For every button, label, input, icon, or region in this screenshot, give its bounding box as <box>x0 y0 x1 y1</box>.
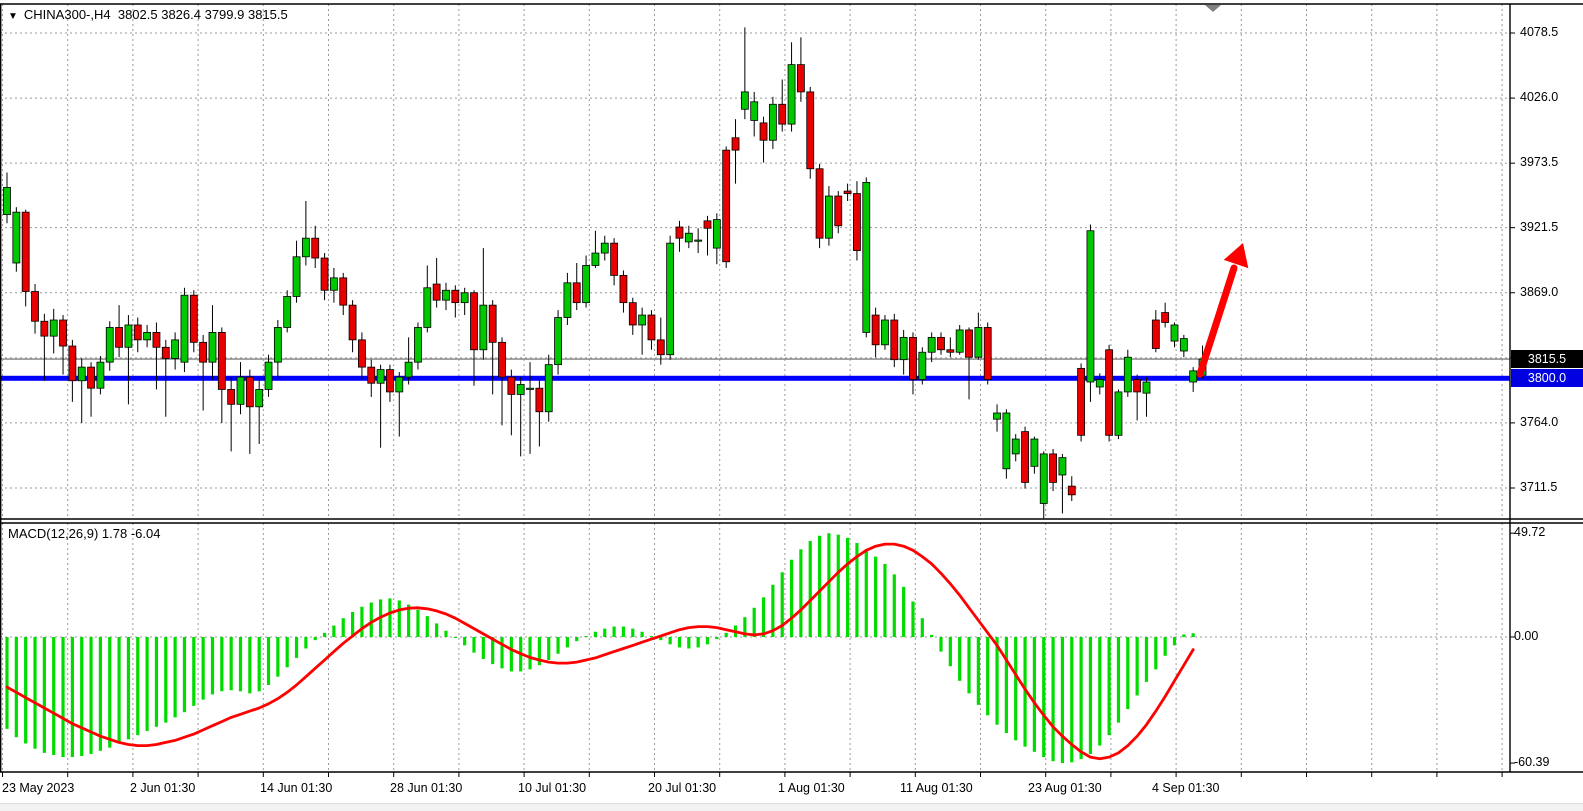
last-price-badge: 3815.5 <box>1511 350 1583 368</box>
time-axis-label: 10 Jul 01:30 <box>518 781 586 795</box>
price-axis-label: 4026.0 <box>1520 90 1558 104</box>
candlestick-series <box>4 27 1207 518</box>
time-axis-label: 20 Jul 01:30 <box>648 781 716 795</box>
price-axis-label: 4078.5 <box>1520 25 1558 39</box>
chart-end-marker-icon[interactable] <box>1205 5 1221 12</box>
macd-indicator-label: MACD(12,26,9) 1.78 -6.04 <box>8 526 160 541</box>
price-axis-label: 3711.5 <box>1520 480 1557 494</box>
macd-axis-label: 49.72 <box>1514 525 1545 539</box>
time-axis-label: 23 May 2023 <box>2 781 74 795</box>
price-level-lines <box>0 359 1510 381</box>
time-axis-label: 11 Aug 01:30 <box>900 781 973 795</box>
time-axis-label: 2 Jun 01:30 <box>130 781 195 795</box>
window-bottom-strip <box>0 803 1583 811</box>
time-axis-label: 14 Jun 01:30 <box>260 781 332 795</box>
time-axis-label: 28 Jun 01:30 <box>390 781 462 795</box>
time-axis-label: 23 Aug 01:30 <box>1028 781 1102 795</box>
ohlc-values: 3802.5 3826.4 3799.9 3815.5 <box>118 7 288 22</box>
macd-axis-label: -60.39 <box>1514 755 1549 769</box>
price-axis-label: 3764.0 <box>1520 415 1558 429</box>
symbol-dropdown-icon[interactable]: ▼ <box>8 11 18 22</box>
time-axis-label: 4 Sep 01:30 <box>1152 781 1219 795</box>
time-axis-label: 1 Aug 01:30 <box>778 781 845 795</box>
chart-canvas[interactable] <box>0 0 1583 811</box>
trading-chart-window: ▼ CHINA300-,H4 3802.5 3826.4 3799.9 3815.… <box>0 0 1583 811</box>
price-axis-label: 3921.5 <box>1520 220 1558 234</box>
price-axis-label: 3973.5 <box>1520 155 1558 169</box>
support-level-badge: 3800.0 <box>1511 369 1583 387</box>
price-axis-label: 3869.0 <box>1520 285 1558 299</box>
chart-header: ▼ CHINA300-,H4 3802.5 3826.4 3799.9 3815.… <box>8 7 288 22</box>
macd-axis-label: 0.00 <box>1514 629 1538 643</box>
macd-indicator-series <box>5 533 1194 763</box>
symbol-timeframe-label: CHINA300-,H4 <box>24 7 111 22</box>
